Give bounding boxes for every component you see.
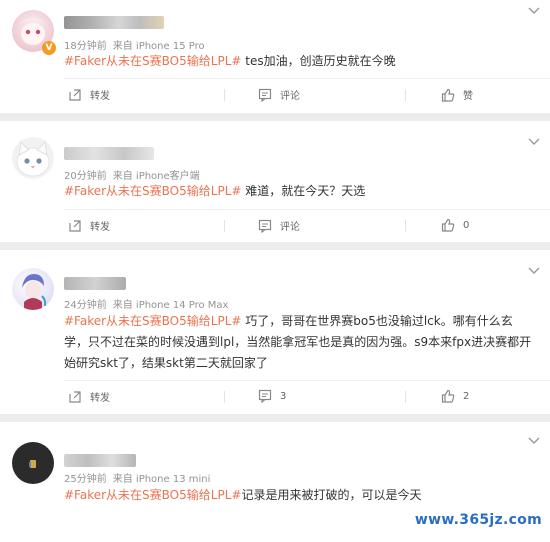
repost-button[interactable]: 转发 — [68, 87, 110, 102]
like-button[interactable]: 0 — [441, 218, 469, 232]
more-options-icon[interactable] — [528, 434, 540, 449]
comment-count: 3 — [280, 390, 287, 402]
comment-text: #Faker从未在S赛BO5输给LPL#记录是用来被打破的，可以是今天 — [64, 485, 534, 506]
separator — [405, 391, 406, 403]
repost-label: 转发 — [90, 222, 110, 233]
username-blurred[interactable] — [64, 147, 154, 160]
comment-icon — [258, 219, 272, 233]
separator — [224, 89, 225, 101]
comment-meta: 25分钟前 来自 iPhone 13 mini — [64, 470, 216, 485]
comment-meta: 18分钟前 来自 iPhone 15 Pro — [64, 37, 211, 52]
username-blurred[interactable] — [64, 454, 136, 467]
divider — [64, 78, 550, 79]
comment-button[interactable]: 3 — [258, 389, 286, 403]
comment-icon — [258, 88, 272, 102]
hashtag-link[interactable]: #Faker从未在S赛BO5输给LPL# — [64, 314, 241, 328]
verified-badge: V — [42, 41, 56, 55]
avatar[interactable] — [12, 442, 54, 484]
repost-label: 转发 — [90, 91, 110, 102]
like-icon — [441, 218, 455, 232]
username-blurred[interactable] — [64, 277, 126, 290]
post-source: 来自 iPhone 14 Pro Max — [112, 300, 229, 311]
comment-button[interactable]: 评论 — [258, 87, 300, 102]
comment-label: 评论 — [280, 222, 300, 233]
comment-body: 难道，就在今天？天选 — [241, 184, 366, 198]
comment-label: 评论 — [280, 91, 300, 102]
separator — [405, 89, 406, 101]
more-options-icon[interactable] — [528, 135, 540, 150]
more-options-icon[interactable] — [528, 264, 540, 279]
repost-icon — [69, 219, 81, 232]
hashtag-link[interactable]: #Faker从未在S赛BO5输给LPL# — [64, 184, 241, 198]
separator — [405, 220, 406, 232]
divider — [64, 380, 550, 381]
comment-body: 记录是用来被打破的，可以是今天 — [241, 488, 422, 502]
comment-meta: 24分钟前 来自 iPhone 14 Pro Max — [64, 296, 234, 311]
post-time: 25分钟前 — [64, 474, 107, 485]
username-blurred[interactable] — [64, 16, 164, 29]
repost-button[interactable]: 转发 — [68, 218, 110, 233]
comment-button[interactable]: 评论 — [258, 218, 300, 233]
like-button[interactable]: 赞 — [441, 87, 473, 102]
like-icon — [441, 389, 455, 403]
site-watermark: www.365jz.com — [414, 512, 542, 528]
separator — [224, 391, 225, 403]
like-label: 赞 — [463, 91, 473, 102]
more-options-icon[interactable] — [528, 4, 540, 19]
avatar[interactable] — [12, 268, 54, 310]
comment-card-3: 24分钟前 来自 iPhone 14 Pro Max #Faker从未在S赛BO5… — [0, 250, 550, 414]
comment-meta: 20分钟前 来自 iPhone客户端 — [64, 167, 206, 182]
comment-icon — [258, 389, 272, 403]
post-source: 来自 iPhone 13 mini — [112, 474, 211, 485]
comment-body: tes加油，创造历史就在今晚 — [241, 54, 396, 68]
hashtag-link[interactable]: #Faker从未在S赛BO5输给LPL# — [64, 54, 241, 68]
comment-text: #Faker从未在S赛BO5输给LPL# 巧了，哥哥在世界赛bo5也没输过lck… — [64, 311, 534, 374]
like-icon — [441, 88, 455, 102]
comment-card-2: 20分钟前 来自 iPhone客户端 #Faker从未在S赛BO5输给LPL# 难… — [0, 121, 550, 242]
like-count: 2 — [463, 390, 470, 402]
repost-icon — [69, 88, 81, 101]
comment-text: #Faker从未在S赛BO5输给LPL# 难道，就在今天？天选 — [64, 181, 534, 202]
post-time: 24分钟前 — [64, 300, 107, 311]
divider — [64, 209, 550, 210]
repost-button[interactable]: 转发 — [68, 389, 110, 404]
like-button[interactable]: 2 — [441, 389, 469, 403]
repost-label: 转发 — [90, 393, 110, 404]
comment-card-1: V 18分钟前 来自 iPhone 15 Pro #Faker从未在S赛BO5输给… — [0, 0, 550, 113]
avatar[interactable] — [12, 137, 54, 179]
hashtag-link[interactable]: #Faker从未在S赛BO5输给LPL# — [64, 488, 241, 502]
separator — [224, 220, 225, 232]
repost-icon — [69, 390, 81, 403]
comment-text: #Faker从未在S赛BO5输给LPL# tes加油，创造历史就在今晚 — [64, 51, 534, 72]
like-count: 0 — [463, 219, 470, 231]
